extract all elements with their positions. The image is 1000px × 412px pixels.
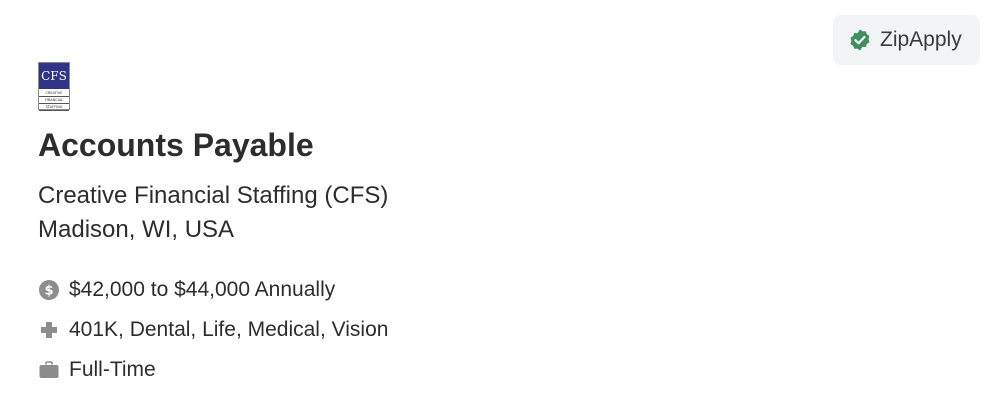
zipapply-badge: ZipApply [833,15,980,65]
salary-text: $42,000 to $44,000 Annually [69,278,336,301]
salary-row: $ $42,000 to $44,000 Annually [38,276,335,304]
employment-type-text: Full-Time [69,358,156,381]
company-logo: CFS CREATIVE FINANCIAL STAFFING [38,62,70,111]
benefits-text: 401K, Dental, Life, Medical, Vision [69,318,389,341]
verified-check-icon [848,28,872,52]
briefcase-icon [38,359,60,381]
badge-label: ZipApply [880,28,962,51]
job-location: Madison, WI, USA [38,216,235,243]
logo-monogram: CFS [39,63,69,89]
plus-icon [38,319,60,341]
dollar-icon: $ [38,279,60,301]
logo-wordmark: CREATIVE FINANCIAL STAFFING [39,89,69,111]
benefits-row: 401K, Dental, Life, Medical, Vision [38,316,388,344]
company-name: Creative Financial Staffing (CFS) [38,182,389,209]
employment-type-row: Full-Time [38,356,156,384]
job-title: Accounts Payable [38,127,314,163]
logo-line-3: STAFFING [39,104,69,111]
svg-text:$: $ [44,284,53,299]
logo-line-1: CREATIVE [39,90,69,97]
logo-line-2: FINANCIAL [39,97,69,104]
